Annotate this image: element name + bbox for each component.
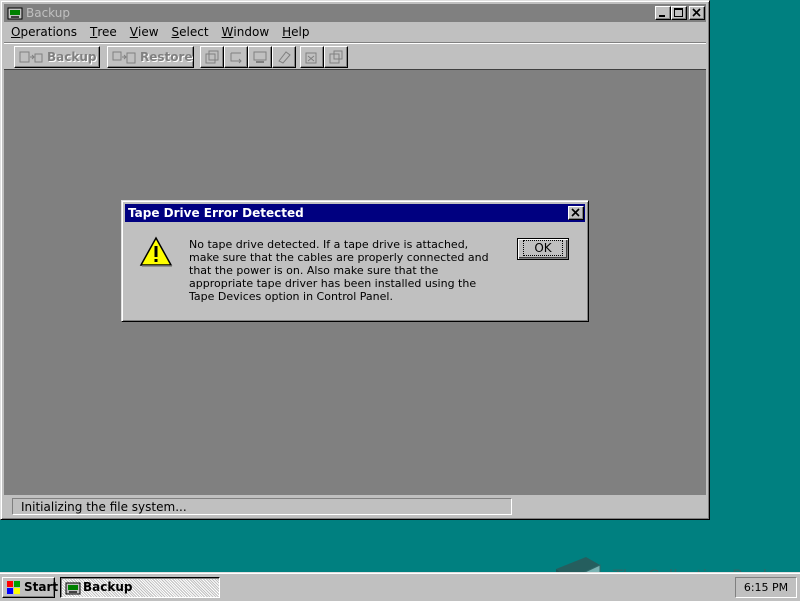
menu-select[interactable]: Select <box>165 24 215 39</box>
tape-icon[interactable] <box>248 46 272 68</box>
backup-app-icon <box>7 7 23 20</box>
dialog-message: No tape drive detected. If a tape drive … <box>189 238 489 303</box>
catalog-icon[interactable] <box>200 46 224 68</box>
menu-accel: O <box>11 25 21 39</box>
dialog-title: Tape Drive Error Detected <box>128 206 304 220</box>
menu-accel: W <box>221 25 234 39</box>
menu-rest: perations <box>20 25 77 39</box>
taskbar-button-backup[interactable]: Backup <box>60 577 220 598</box>
ok-button-label: OK <box>523 240 563 256</box>
window-titlebar[interactable]: Backup <box>4 4 706 22</box>
deselect-files-icon[interactable] <box>324 46 348 68</box>
warning-icon <box>139 236 173 267</box>
toolbar: Backup Restore <box>4 42 706 69</box>
menu-accel: V <box>129 25 138 39</box>
minimize-icon[interactable] <box>655 6 671 20</box>
windows-logo-icon <box>7 581 20 594</box>
backup-button[interactable]: Backup <box>14 46 100 68</box>
menu-accel: T <box>89 25 98 39</box>
erase-icon[interactable] <box>272 46 296 68</box>
menu-accel: H <box>282 25 292 39</box>
menu-rest: indow <box>233 25 270 39</box>
menu-rest: elect <box>179 25 209 39</box>
menu-rest: elp <box>291 25 310 39</box>
close-icon[interactable] <box>568 206 584 220</box>
maximize-icon[interactable] <box>671 6 687 20</box>
start-label: Start <box>24 580 59 594</box>
taskbar-button-label: Backup <box>83 580 133 594</box>
menu-tree[interactable]: Tree <box>83 24 123 39</box>
start-button[interactable]: Start <box>2 577 59 598</box>
menu-help[interactable]: Help <box>275 24 315 39</box>
backup-button-label: Backup <box>47 50 97 64</box>
backup-icon <box>19 51 43 63</box>
select-files-icon[interactable] <box>300 46 324 68</box>
restore-icon <box>112 51 136 64</box>
ok-button[interactable]: OK <box>517 238 569 260</box>
restore-button-label: Restore <box>140 50 193 64</box>
backup-app-icon <box>65 582 81 595</box>
menu-rest: iew <box>137 25 159 39</box>
redirect-icon[interactable] <box>224 46 248 68</box>
restore-button[interactable]: Restore <box>107 46 194 68</box>
menu-rest: ree <box>97 25 117 39</box>
tape-error-dialog: Tape Drive Error Detected No tape drive … <box>121 200 589 322</box>
status-bar: Initializing the file system... <box>4 495 706 517</box>
menu-accel: S <box>171 25 180 39</box>
menu-window[interactable]: Window <box>215 24 276 39</box>
taskbar: Start Backup 6:15 PM <box>0 572 800 601</box>
dialog-titlebar[interactable]: Tape Drive Error Detected <box>125 204 585 222</box>
system-tray-clock[interactable]: 6:15 PM <box>735 577 797 598</box>
menu-bar: Operations Tree View Select Window Help <box>4 24 316 42</box>
menu-view[interactable]: View <box>123 24 165 39</box>
status-text: Initializing the file system... <box>12 498 512 515</box>
close-icon[interactable] <box>689 6 705 20</box>
menu-operations[interactable]: Operations <box>4 24 83 39</box>
window-title: Backup <box>26 6 70 20</box>
